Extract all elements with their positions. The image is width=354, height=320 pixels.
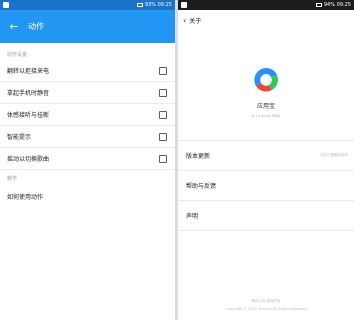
about-menu: 版本更新 当前已是最新版本 帮助与反馈 声明: [178, 140, 354, 231]
notification-icon: [181, 2, 187, 8]
page-title: 动作: [28, 22, 44, 31]
setting-flip-reject-call[interactable]: 翻转以拒接来电: [0, 60, 175, 82]
checkbox-icon[interactable]: [159, 132, 167, 141]
tutorial-header: 教学: [7, 176, 18, 182]
setting-label: 智能提示: [7, 134, 32, 141]
status-text: 93% 09:25: [144, 2, 172, 8]
status-text: 94% 09:25: [323, 2, 351, 8]
setting-motion-answer[interactable]: 体感接听与挂断: [0, 104, 175, 126]
checkbox-icon[interactable]: [159, 154, 167, 163]
checkbox-icon[interactable]: [159, 88, 167, 97]
about-toolbar: ‹ 关于: [178, 10, 354, 30]
footer-copyright: Copyright © 2016 Tencent All Rights Rese…: [225, 307, 307, 311]
setting-label: 体感接听与挂断: [7, 112, 50, 119]
menu-label: 帮助与反馈: [186, 183, 217, 190]
footer-company: 腾讯公司 版权所有: [251, 299, 281, 303]
status-bar: 94% 09:25: [178, 0, 354, 10]
setting-shake-switch-song[interactable]: 摇动以切换歌曲: [0, 148, 175, 170]
app-name: 应用宝: [256, 103, 275, 110]
yingyongbao-logo-icon: [254, 67, 278, 92]
setting-label: 拿起手机时静音: [7, 90, 50, 97]
motion-settings-screen: 93% 09:25 ← 动作 动作设置 翻转以拒接来电 拿起手机时静音 体感接听…: [0, 0, 175, 320]
app-bar: ← 动作: [0, 10, 175, 43]
setting-label: 翻转以拒接来电: [7, 68, 50, 75]
menu-version-update[interactable]: 版本更新 当前已是最新版本: [178, 141, 354, 171]
status-bar: 93% 09:25: [0, 0, 175, 10]
page-title: 关于: [189, 17, 202, 25]
how-to-use-motions[interactable]: 如何使用动作: [0, 186, 175, 206]
menu-label: 声明: [186, 213, 199, 220]
setting-pickup-mute[interactable]: 拿起手机时静音: [0, 82, 175, 104]
battery-icon: [315, 3, 322, 7]
section-header: 动作设置: [7, 52, 28, 58]
setting-smart-hint[interactable]: 智能提示: [0, 126, 175, 148]
copyright-footer: 腾讯公司 版权所有 Copyright © 2016 Tencent All R…: [178, 297, 354, 313]
back-arrow-icon[interactable]: ←: [0, 20, 28, 33]
setting-label: 摇动以切换歌曲: [7, 156, 50, 163]
menu-label: 版本更新: [186, 153, 211, 160]
app-logo: [178, 65, 354, 95]
about-screen: 94% 09:25 ‹ 关于 应用宝 6.7.4 build 6981 版本更新…: [178, 0, 354, 320]
notification-icon: [3, 2, 9, 8]
checkbox-icon[interactable]: [159, 110, 167, 119]
menu-help-feedback[interactable]: 帮助与反馈: [178, 171, 354, 201]
checkbox-icon[interactable]: [159, 66, 167, 75]
menu-hint: 当前已是最新版本: [320, 153, 348, 157]
app-version: 6.7.4 build 6981: [251, 114, 281, 118]
menu-statement[interactable]: 声明: [178, 201, 354, 231]
back-chevron-icon[interactable]: ‹: [183, 16, 186, 25]
battery-icon: [136, 3, 143, 7]
